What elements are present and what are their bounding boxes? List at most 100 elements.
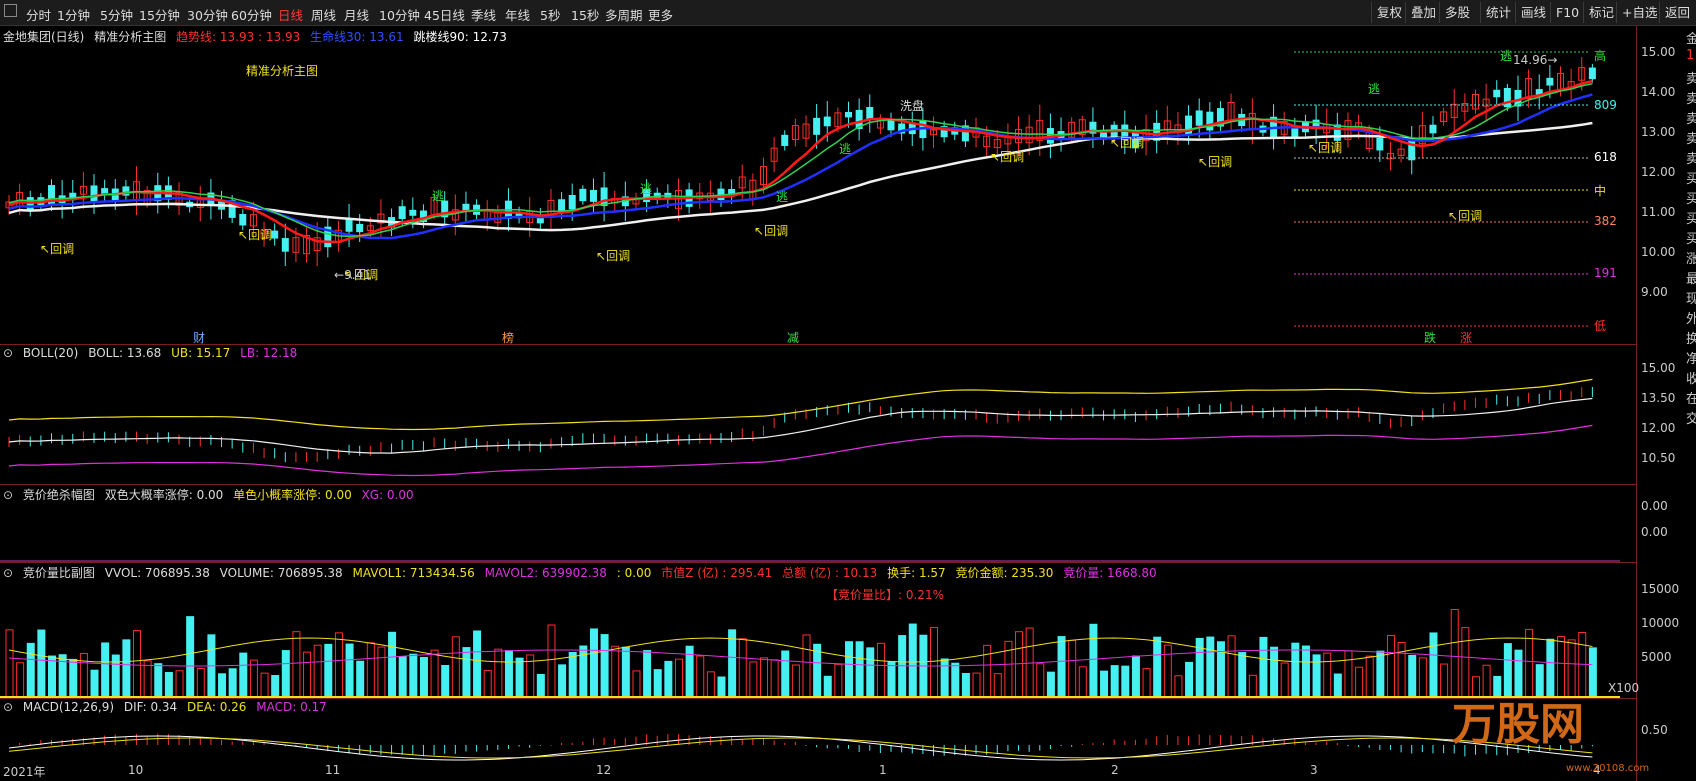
volume-bar (1259, 636, 1268, 698)
volume-bar (972, 672, 981, 698)
volume-bar (1429, 632, 1438, 698)
volume-bar (1100, 670, 1109, 698)
volume-bar (1227, 635, 1236, 698)
candle-body (462, 203, 470, 211)
volume-bar (643, 650, 652, 698)
volume-bar (1036, 663, 1045, 698)
event-marker[interactable]: 榜 (502, 329, 514, 346)
candle-body (1291, 127, 1299, 137)
candle-body (398, 206, 406, 219)
volume-bar (621, 646, 630, 698)
volume-bar (1291, 642, 1300, 698)
high-price-mark: 14.96→ (1513, 53, 1558, 67)
price-tick: 11.00 (1641, 205, 1676, 219)
candle-body (558, 199, 566, 212)
boll-tick: 13.50 (1641, 391, 1676, 405)
volume-bar (48, 655, 57, 698)
market-cap-value: 市值Z (亿) : 295.41 (661, 566, 773, 580)
volume-bar (802, 634, 811, 698)
volume-bar (1185, 661, 1194, 698)
volume-bar (324, 643, 333, 698)
volume-bar (1365, 655, 1374, 698)
auction-a: 双色大概率涨停: 0.00 (104, 488, 224, 502)
volume-bar (218, 673, 227, 698)
pullback-label: ↖回调 (1308, 141, 1343, 155)
indicator-name[interactable]: 精准分析主图 (94, 30, 166, 44)
candle-body (866, 107, 874, 121)
volume-bar (834, 663, 843, 698)
volume-bar (940, 658, 949, 698)
volume-bar (271, 675, 280, 698)
volume-bar (143, 660, 152, 698)
volume-bar (313, 644, 322, 698)
volume-bar (866, 647, 875, 698)
date-tick: 1 (879, 763, 887, 777)
volume-bar (196, 668, 205, 698)
event-marker[interactable]: 跌 (1424, 329, 1436, 346)
macd-settings-icon[interactable]: ⊙ (3, 700, 13, 714)
escape-signal: 逃 (839, 142, 852, 156)
auction-tick: 0.00 (1641, 525, 1668, 539)
volume-title[interactable]: 竞价量比副图 (23, 566, 95, 580)
event-marker[interactable]: 减 (787, 329, 799, 346)
date-tick: 12 (596, 763, 612, 777)
candle-body (887, 119, 895, 131)
escape-signal: 逃 (640, 182, 653, 196)
boll-mid: BOLL: 13.68 (88, 346, 162, 360)
volume-bar (1280, 662, 1289, 698)
volume-bar (600, 634, 609, 698)
volume-bar (409, 653, 418, 698)
level-mid: 中 (1594, 184, 1607, 198)
volume-bar (101, 642, 110, 698)
volume-bar (887, 660, 896, 698)
auction-settings-icon[interactable]: ⊙ (3, 488, 13, 502)
volume-bar (728, 629, 737, 698)
volume-bar (696, 655, 705, 698)
candle-body (409, 209, 417, 216)
volume-bar (1121, 665, 1130, 698)
volume-bar (1142, 668, 1151, 698)
candle-body (1546, 77, 1554, 86)
volume-bar (664, 660, 673, 698)
date-tick: 3 (1310, 763, 1318, 777)
volume-bar (749, 661, 758, 698)
volume-bar (462, 647, 471, 698)
life-line (8, 93, 1593, 240)
level-191: 191 (1594, 266, 1617, 280)
stock-name[interactable]: 金地集团(日线) (3, 30, 84, 44)
volume-bar (1163, 644, 1172, 698)
volume-bar (781, 650, 790, 698)
total-amount-value: 总额 (亿) : 10.13 (782, 566, 878, 580)
volume-bar (356, 660, 365, 698)
volume-bar (175, 670, 184, 698)
candle-body (281, 238, 289, 252)
event-marker[interactable]: 财 (193, 329, 205, 346)
pullback-label: ↖回调 (990, 150, 1025, 164)
volume-bar (1440, 663, 1449, 698)
pullback-label: ↖回调 (40, 242, 75, 256)
volume-bar (717, 676, 726, 698)
volume-tick: 15000 (1641, 582, 1680, 596)
boll-title[interactable]: BOLL(20) (23, 346, 78, 360)
vvol-value: VVOL: 706895.38 (104, 566, 210, 580)
event-marker[interactable]: 涨 (1460, 329, 1472, 346)
volume-bar (1355, 666, 1364, 698)
macd-title[interactable]: MACD(12,26,9) (23, 700, 114, 714)
volume-bar (1216, 641, 1225, 698)
candle-body (845, 111, 853, 118)
dif-value: DIF: 0.34 (123, 700, 178, 714)
volume-settings-icon[interactable]: ⊙ (3, 566, 13, 580)
volume-bar (558, 664, 567, 698)
volume-bar (568, 651, 577, 698)
candle-body (823, 116, 831, 127)
boll-settings-icon[interactable]: ⊙ (3, 346, 13, 360)
price-tick: 14.00 (1641, 85, 1676, 99)
volume-bar (186, 616, 195, 698)
auction-title[interactable]: 竞价绝杀幅图 (23, 488, 95, 502)
candle-body (1493, 89, 1501, 98)
volume-bar (1408, 655, 1417, 698)
volume-bar (961, 672, 970, 698)
volume-bar (759, 657, 768, 698)
date-tick: 2021年 (3, 765, 46, 779)
volume-bar (388, 631, 397, 698)
